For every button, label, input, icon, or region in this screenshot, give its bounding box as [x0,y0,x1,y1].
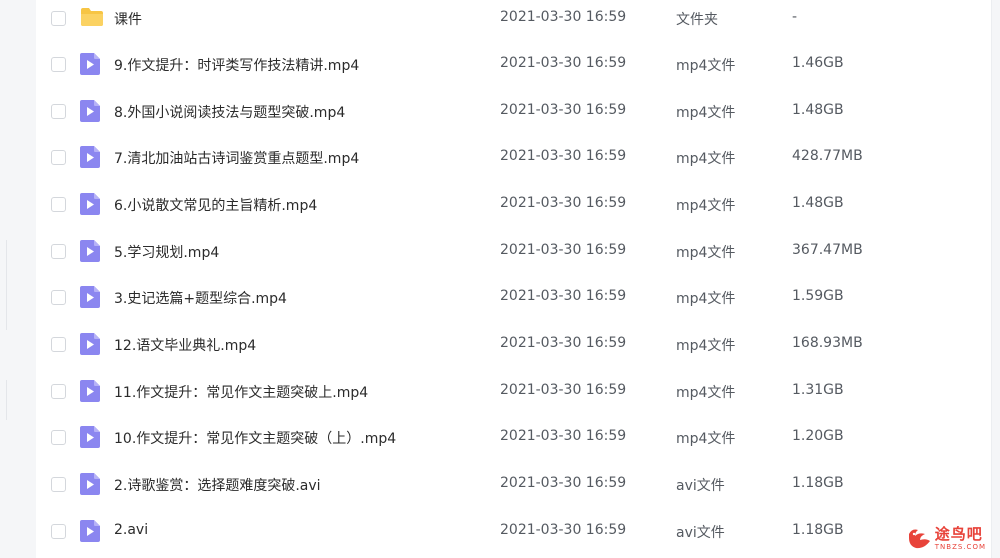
watermark-text: 途鸟吧 TNBZS.COM [935,527,986,551]
file-name[interactable]: 2.诗歌鉴赏：选择题难度突破.avi [114,475,321,495]
row-checkbox[interactable] [51,477,66,492]
modified-time: 2021-03-30 16:59 [500,288,627,304]
modified-time: 2021-03-30 16:59 [500,55,627,71]
watermark-en: TNBZS.COM [934,543,986,551]
watermark-cn: 途鸟吧 [934,525,983,543]
file-type: mp4文件 [676,338,736,354]
row-checkbox[interactable] [51,244,66,259]
video-file-icon [80,146,100,168]
modified-time: 2021-03-30 16:59 [500,335,627,351]
file-row[interactable]: 2.诗歌鉴赏：选择题难度突破.avi 2021-03-30 16:59 avi文… [36,463,991,509]
file-name[interactable]: 10.作文提升：常见作文主题突破（上）.mp4 [114,428,396,448]
row-checkbox[interactable] [51,430,66,445]
file-type: avi文件 [676,478,725,494]
row-checkbox[interactable] [51,104,66,119]
file-type: mp4文件 [676,105,736,121]
sidebar-divider [0,380,7,420]
file-row[interactable]: 6.小说散文常见的主旨精析.mp4 2021-03-30 16:59 mp4文件… [36,183,991,229]
video-file-icon [80,193,100,215]
file-list: 课件 2021-03-30 16:59 文件夹 - 9.作文提升：时评类写作技法… [36,0,991,558]
scrollbar-track[interactable] [991,0,1000,558]
video-file-icon [80,240,100,262]
modified-time: 2021-03-30 16:59 [500,382,627,398]
video-file-icon [80,473,100,495]
file-type: mp4文件 [676,198,736,214]
file-name[interactable]: 11.作文提升：常见作文主题突破上.mp4 [114,382,368,402]
modified-time: 2021-03-30 16:59 [500,242,627,258]
file-size: - [792,9,798,25]
file-row[interactable]: 9.作文提升：时评类写作技法精讲.mp4 2021-03-30 16:59 mp… [36,43,991,89]
file-name[interactable]: 9.作文提升：时评类写作技法精讲.mp4 [114,55,359,75]
file-size: 1.48GB [792,102,844,118]
modified-time: 2021-03-30 16:59 [500,195,627,211]
row-checkbox[interactable] [51,11,66,26]
file-name[interactable]: 2.avi [114,522,148,538]
file-row[interactable]: 2.avi 2021-03-30 16:59 avi文件 1.18GB [36,510,991,556]
modified-time: 2021-03-30 16:59 [500,9,627,25]
row-checkbox[interactable] [51,57,66,72]
file-type: mp4文件 [676,385,736,401]
row-checkbox[interactable] [51,524,66,539]
video-file-icon [80,380,100,402]
file-row[interactable]: 课件 2021-03-30 16:59 文件夹 - [36,0,991,43]
modified-time: 2021-03-30 16:59 [500,102,627,118]
file-size: 168.93MB [792,335,863,351]
video-file-icon [80,333,100,355]
file-row[interactable]: 3.史记选篇+题型综合.mp4 2021-03-30 16:59 mp4文件 1… [36,276,991,322]
modified-time: 2021-03-30 16:59 [500,148,627,164]
file-size: 1.20GB [792,428,844,444]
site-watermark: 途鸟吧 TNBZS.COM [906,526,986,552]
file-name[interactable]: 课件 [114,9,142,29]
file-size: 1.48GB [792,195,844,211]
file-size: 1.59GB [792,288,844,304]
file-row[interactable]: 7.清北加油站古诗词鉴赏重点题型.mp4 2021-03-30 16:59 mp… [36,136,991,182]
file-name[interactable]: 7.清北加油站古诗词鉴赏重点题型.mp4 [114,148,359,168]
file-name[interactable]: 8.外国小说阅读技法与题型突破.mp4 [114,102,345,122]
file-row[interactable]: 11.作文提升：常见作文主题突破上.mp4 2021-03-30 16:59 m… [36,370,991,416]
file-type: mp4文件 [676,291,736,307]
file-type: 文件夹 [676,12,718,28]
row-checkbox[interactable] [51,150,66,165]
sidebar-divider [0,240,7,330]
file-size: 1.31GB [792,382,844,398]
file-size: 1.18GB [792,522,844,538]
file-size: 1.18GB [792,475,844,491]
video-file-icon [80,426,100,448]
modified-time: 2021-03-30 16:59 [500,428,627,444]
bird-logo-icon [906,526,932,552]
file-type: mp4文件 [676,58,736,74]
file-name[interactable]: 5.学习规划.mp4 [114,242,219,262]
file-row[interactable]: 8.外国小说阅读技法与题型突破.mp4 2021-03-30 16:59 mp4… [36,90,991,136]
file-size: 428.77MB [792,148,863,164]
file-name[interactable]: 3.史记选篇+题型综合.mp4 [114,288,287,308]
video-file-icon [80,286,100,308]
file-manager-window: 课件 2021-03-30 16:59 文件夹 - 9.作文提升：时评类写作技法… [0,0,1000,558]
file-type: mp4文件 [676,431,736,447]
left-sidebar-edge [0,0,36,558]
row-checkbox[interactable] [51,337,66,352]
folder-icon [80,7,103,29]
row-checkbox[interactable] [51,197,66,212]
file-row[interactable]: 5.学习规划.mp4 2021-03-30 16:59 mp4文件 367.47… [36,230,991,276]
row-checkbox[interactable] [51,384,66,399]
file-size: 367.47MB [792,242,863,258]
file-type: mp4文件 [676,245,736,261]
file-name[interactable]: 6.小说散文常见的主旨精析.mp4 [114,195,317,215]
modified-time: 2021-03-30 16:59 [500,475,627,491]
video-file-icon [80,520,100,542]
file-row[interactable]: 10.作文提升：常见作文主题突破（上）.mp4 2021-03-30 16:59… [36,416,991,462]
video-file-icon [80,100,100,122]
file-size: 1.46GB [792,55,844,71]
file-type: mp4文件 [676,151,736,167]
video-file-icon [80,53,100,75]
file-type: avi文件 [676,525,725,541]
file-row[interactable]: 12.语文毕业典礼.mp4 2021-03-30 16:59 mp4文件 168… [36,323,991,369]
file-name[interactable]: 12.语文毕业典礼.mp4 [114,335,256,355]
row-checkbox[interactable] [51,290,66,305]
modified-time: 2021-03-30 16:59 [500,522,627,538]
